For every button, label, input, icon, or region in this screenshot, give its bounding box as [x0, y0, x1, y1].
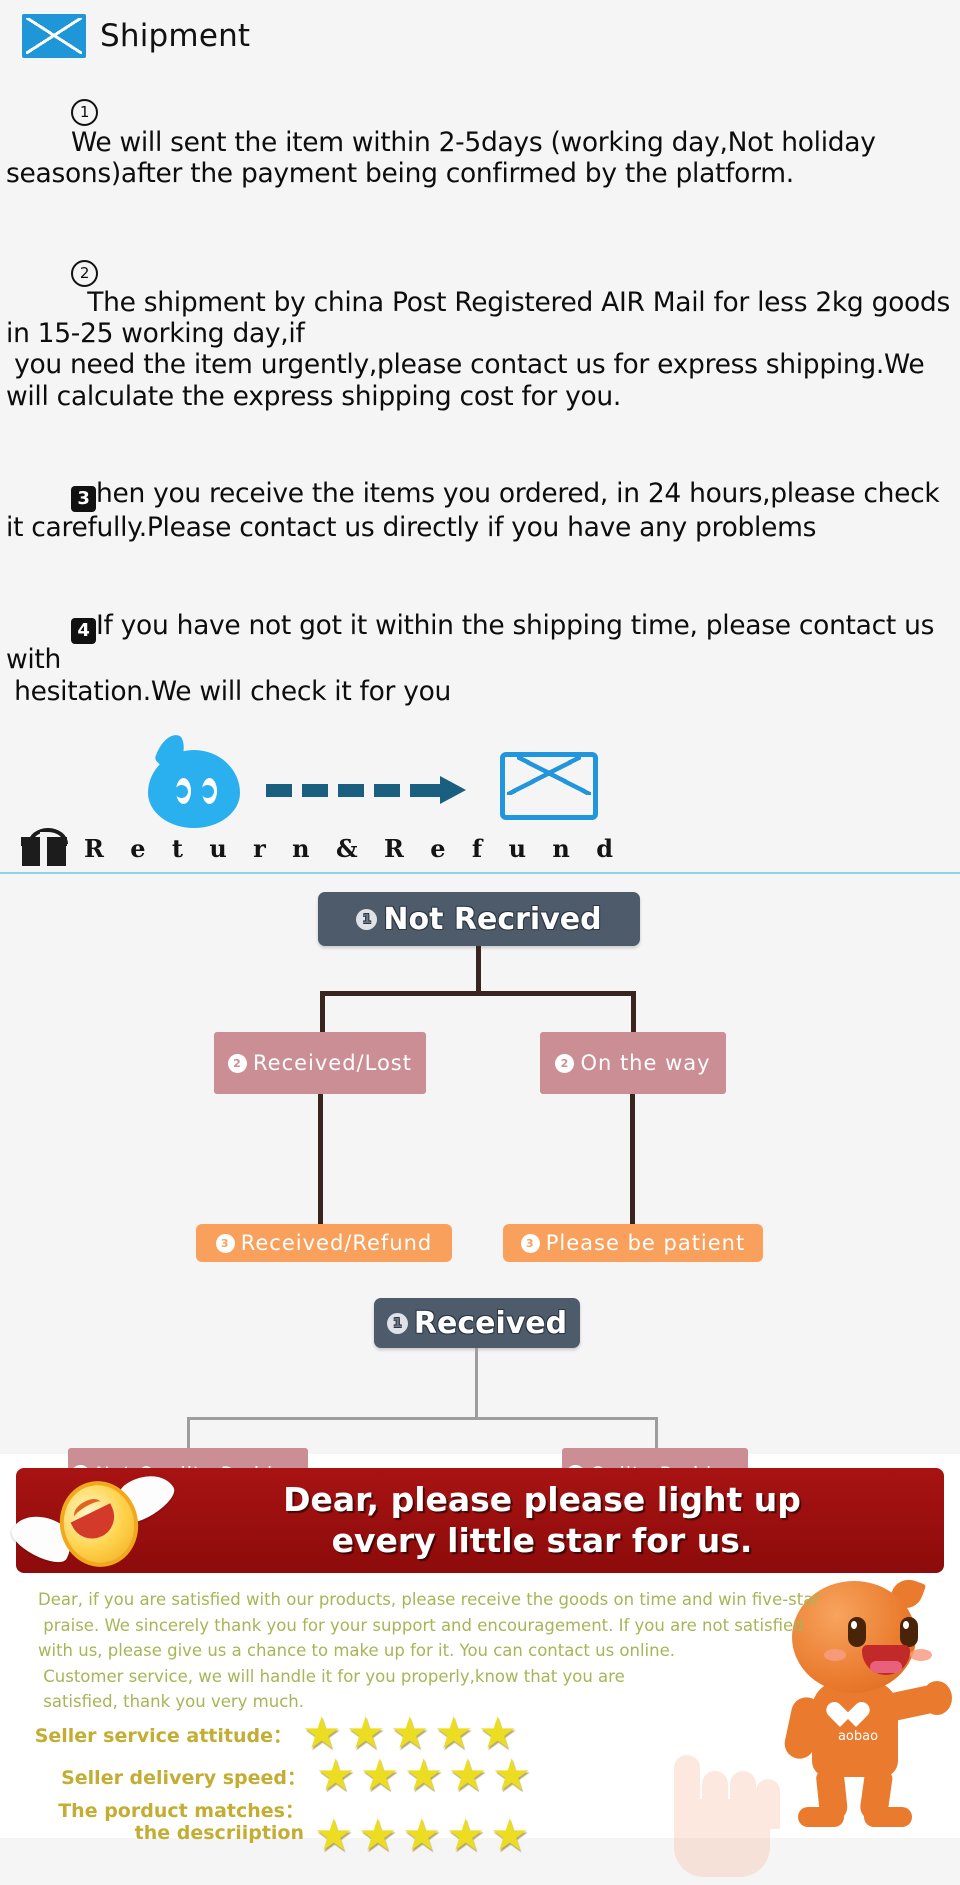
flow-node-on-the-way: 2 On the way: [540, 1032, 726, 1095]
marker-1: 1: [71, 99, 98, 127]
banner-line-1: Dear, please please light up: [283, 1480, 801, 1520]
marker-4: 4: [71, 618, 96, 645]
shipment-item-1-text: We will sent the item within 2-5days (wo…: [6, 126, 884, 189]
star-icon[interactable]: ★: [404, 1753, 446, 1799]
refund-flowchart: 1 Not Recrived 2 Received/Lost 2 On the …: [0, 874, 960, 1799]
node-number: 2: [228, 1053, 247, 1073]
star-icon[interactable]: ★: [316, 1753, 358, 1799]
connector-v: [631, 991, 636, 1034]
rating-request-zone: Dear, please please light up every littl…: [0, 1454, 960, 1878]
blob-eye-right: [201, 778, 217, 805]
shipment-item-3: 3 hen you receive the items you ordered, …: [6, 447, 956, 575]
star-icon[interactable]: ★: [360, 1753, 402, 1799]
shipment-item-2-text: The shipment by china Post Registered AI…: [6, 286, 950, 412]
shipment-item-4-text: If you have not got it within the shippi…: [6, 610, 935, 707]
shipment-items: 1 We will sent the item within 2-5days (…: [0, 64, 960, 738]
banner-text: Dear, please please light up every littl…: [166, 1480, 944, 1561]
rating-label: Seller delivery speed：: [61, 1766, 306, 1789]
node-label: Received/Refund: [240, 1231, 433, 1256]
shipment-title: Shipment: [100, 18, 251, 54]
connector-v: [655, 1417, 658, 1450]
rating-label: Seller service attitude：: [34, 1724, 292, 1747]
connector-v: [476, 946, 481, 995]
feedback-section: Dear, if you are satisfied with our prod…: [0, 1573, 960, 1878]
rating-stars[interactable]: ★ ★ ★ ★ ★: [316, 1753, 534, 1799]
shipment-item-3-text: hen you receive the items you ordered, i…: [6, 478, 948, 544]
node-label: Please be patient: [545, 1231, 746, 1256]
star-icon[interactable]: ★: [446, 1813, 488, 1859]
dash-2: [302, 784, 328, 798]
rating-stars[interactable]: ★ ★ ★ ★ ★: [314, 1813, 532, 1859]
flow-node-not-received: 1 Not Recrived: [318, 892, 640, 947]
connector-h: [187, 1417, 658, 1421]
rating-row-product-matches: The porduct matches： the descriiption ★ …: [12, 1799, 960, 1859]
node-label: On the way: [580, 1051, 711, 1076]
mascot-arrow-row: [0, 744, 960, 829]
node-label: Not Recrived: [383, 901, 602, 937]
flow-node-received-refund: 3 Received/Refund: [196, 1224, 452, 1263]
blue-blob-icon: [148, 750, 240, 829]
shipment-section: Shipment 1 We will sent the item within …: [0, 0, 960, 829]
connector-h: [320, 991, 636, 997]
rating-label: The porduct matches： the descriiption: [58, 1799, 304, 1844]
shipment-header: Shipment: [0, 0, 960, 60]
feedback-paragraph: Dear, if you are satisfied with our prod…: [38, 1590, 821, 1712]
star-icon[interactable]: ★: [490, 1813, 532, 1859]
dash-4: [374, 784, 400, 798]
star-icon[interactable]: ★: [448, 1753, 490, 1799]
return-refund-header: R e t u r n & R e f u n d: [0, 826, 960, 872]
connector-v: [630, 1094, 635, 1227]
connector-v: [475, 1348, 478, 1419]
star-icon[interactable]: ★: [492, 1753, 534, 1799]
connector-v: [320, 991, 325, 1034]
envelope-icon: [22, 14, 86, 58]
node-number: 1: [386, 1312, 408, 1334]
shipment-item-1: 1 We will sent the item within 2-5days (…: [6, 64, 956, 220]
envelope-outline-icon: [500, 752, 598, 821]
node-number: 2: [555, 1053, 575, 1073]
arrow-head-icon: [440, 776, 466, 805]
shipment-item-2: 2 The shipment by china Post Registered …: [6, 224, 956, 443]
winged-emoji-icon: [6, 1463, 180, 1574]
dash-1: [266, 784, 292, 798]
banner-line-2: every little star for us.: [331, 1520, 753, 1560]
dash-3: [338, 784, 364, 798]
connector-v: [187, 1417, 190, 1450]
flow-node-received-lost: 2 Received/Lost: [214, 1032, 426, 1095]
connector-v: [318, 1094, 323, 1227]
node-number: 3: [215, 1233, 235, 1253]
star-icon[interactable]: ★: [358, 1813, 400, 1859]
node-number: 3: [520, 1233, 540, 1253]
marker-3: 3: [71, 486, 96, 513]
promo-page: Shipment 1 We will sent the item within …: [0, 0, 960, 1885]
node-number: 1: [356, 908, 378, 930]
blob-eye-left: [175, 778, 191, 805]
gift-icon: [21, 828, 68, 867]
rating-banner: Dear, please please light up every littl…: [6, 1463, 944, 1574]
flow-node-please-be-patient: 3 Please be patient: [503, 1224, 763, 1263]
star-icon[interactable]: ★: [314, 1813, 356, 1859]
node-label: Received/Lost: [253, 1051, 412, 1076]
rating-row-delivery-speed: Seller delivery speed： ★ ★ ★ ★ ★: [14, 1753, 960, 1799]
marker-2: 2: [71, 259, 98, 287]
flow-node-received: 1 Received: [374, 1298, 580, 1349]
node-label: Received: [413, 1305, 568, 1341]
star-icon[interactable]: ★: [402, 1813, 444, 1859]
shipment-item-4: 4 If you have not got it within the shipp…: [6, 579, 956, 738]
return-refund-title: R e t u r n & R e f u n d: [84, 833, 622, 863]
